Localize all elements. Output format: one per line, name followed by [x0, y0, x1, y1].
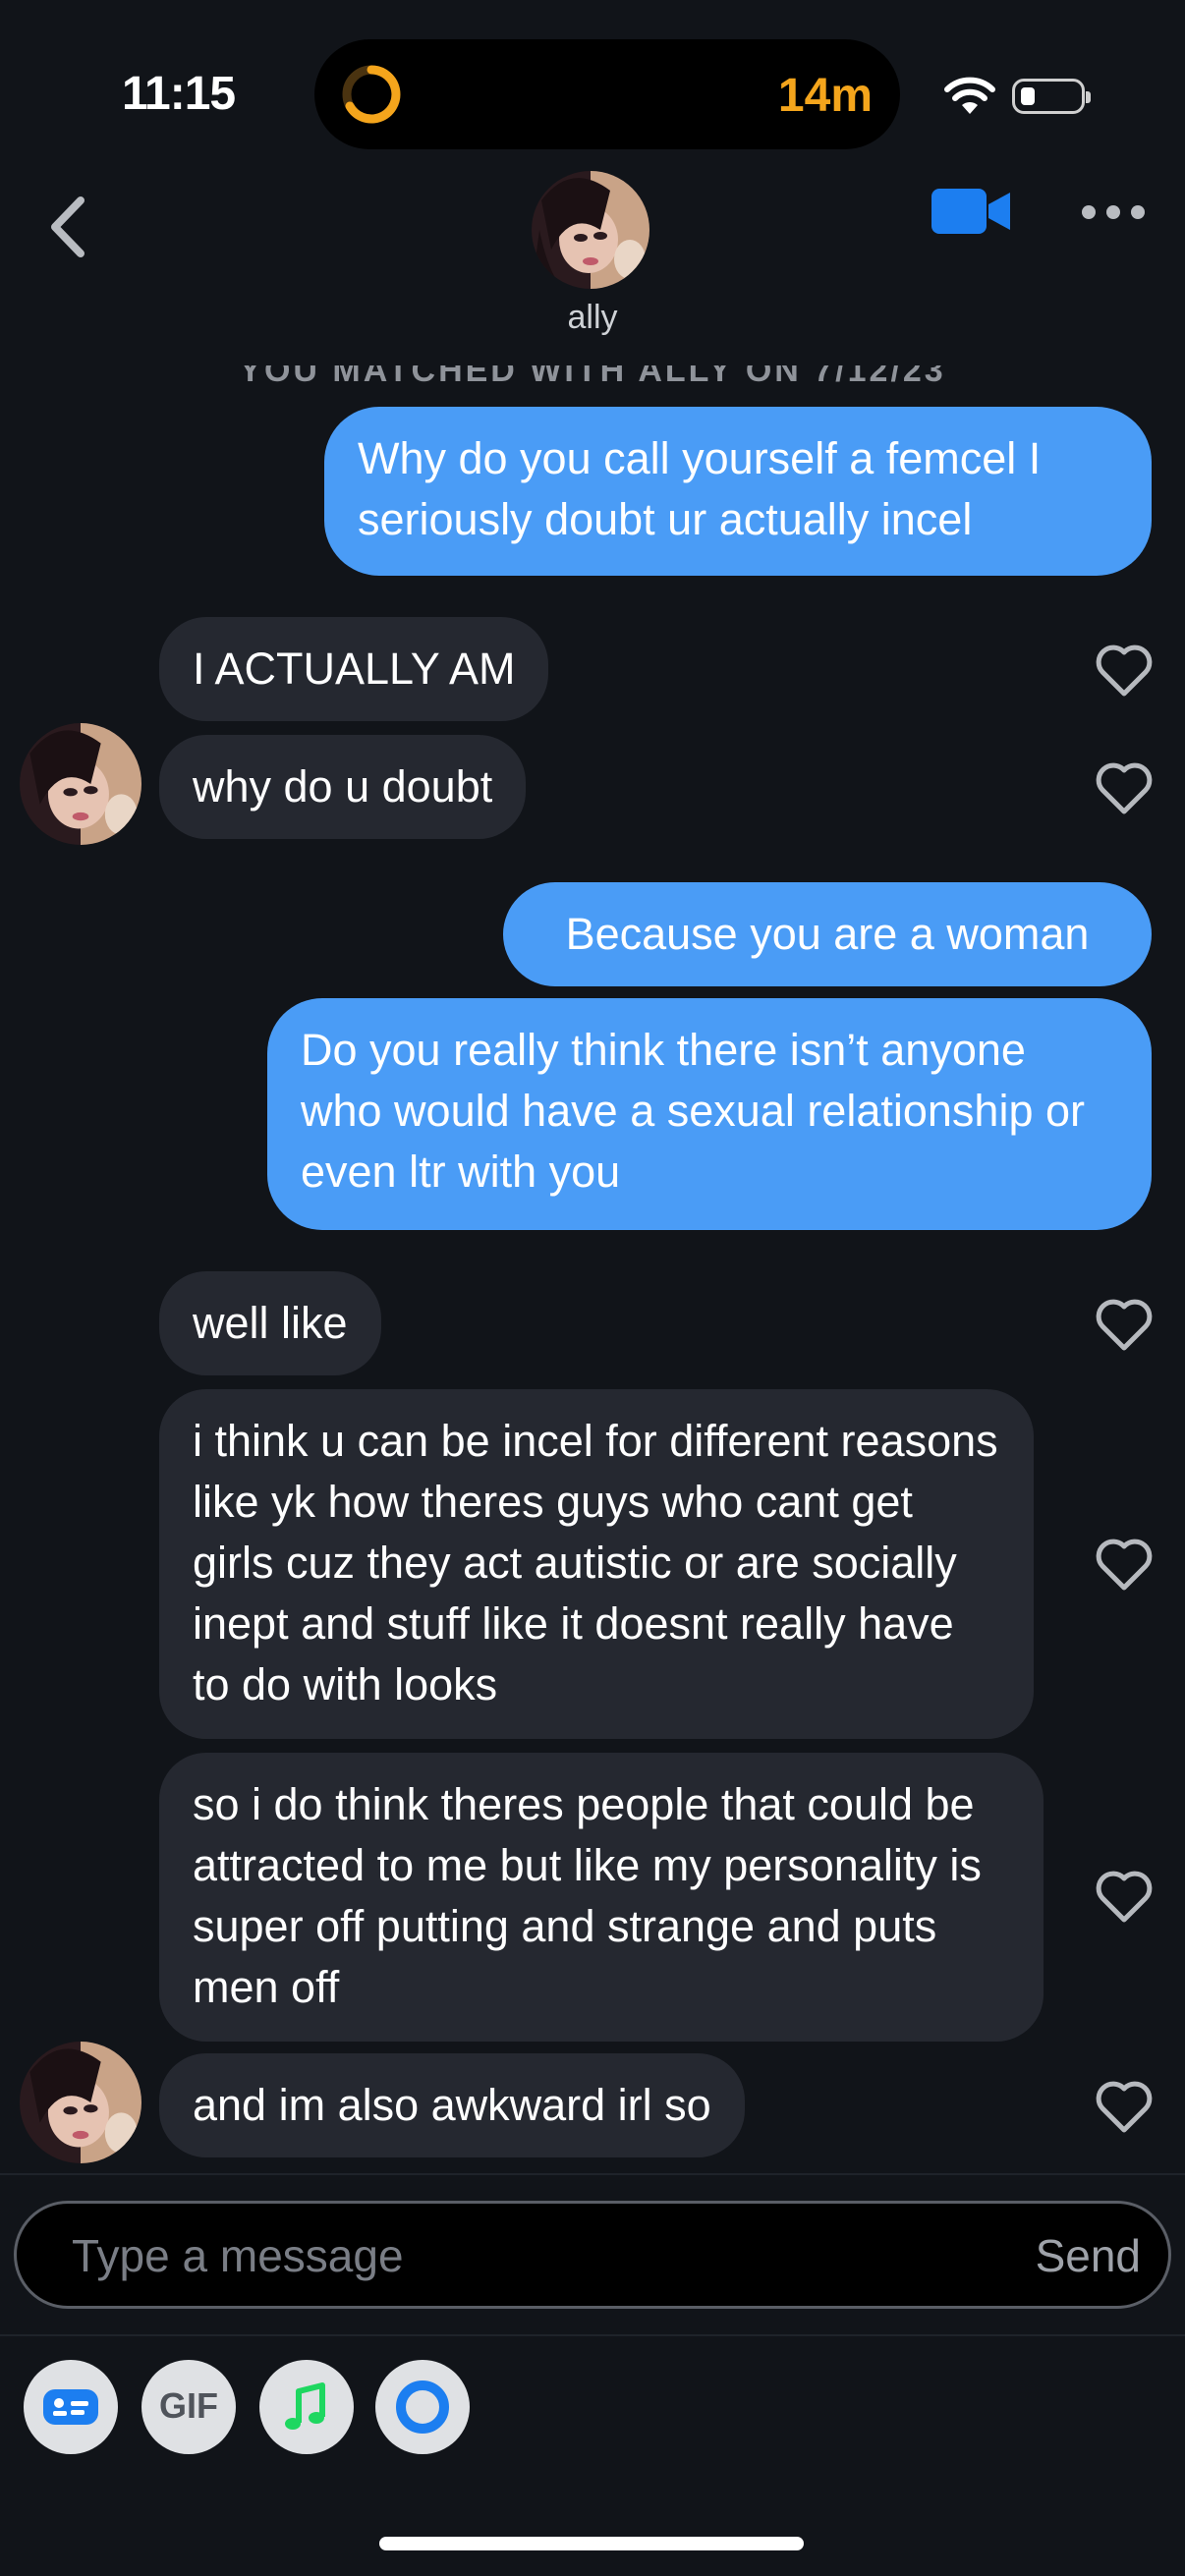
- more-options-icon[interactable]: [1081, 204, 1146, 220]
- match-notice-text: YOU MATCHED WITH ALLY ON 7/12/23: [239, 365, 946, 387]
- like-heart-icon[interactable]: [1095, 760, 1154, 815]
- card-icon: [43, 2389, 98, 2425]
- gif-label: GIF: [159, 2385, 218, 2426]
- contact-avatar-small[interactable]: [20, 2042, 141, 2163]
- message-bubble-sent[interactable]: Do you really think there isn’t anyone w…: [267, 998, 1152, 1230]
- back-chevron-icon[interactable]: [41, 193, 100, 261]
- message-bubble-received[interactable]: so i do think theres people that could b…: [159, 1753, 1044, 2042]
- toolbar-divider: [0, 2334, 1185, 2336]
- ring-icon: [396, 2380, 449, 2434]
- dynamic-island[interactable]: 14m: [314, 39, 900, 149]
- status-time: 11:15: [122, 68, 236, 120]
- composer-divider: [0, 2173, 1185, 2175]
- match-notice: YOU MATCHED WITH ALLY ON 7/12/23: [0, 365, 1185, 387]
- like-heart-icon[interactable]: [1095, 1297, 1154, 1352]
- message-bubble-sent[interactable]: Why do you call yourself a femcel I seri…: [324, 407, 1152, 576]
- message-bubble-received[interactable]: i think u can be incel for different rea…: [159, 1389, 1034, 1739]
- message-bubble-received[interactable]: well like: [159, 1271, 381, 1375]
- wifi-icon: [944, 77, 995, 114]
- contact-name: ally: [567, 299, 618, 336]
- like-heart-icon[interactable]: [1095, 2079, 1154, 2134]
- gif-button[interactable]: GIF: [141, 2360, 236, 2454]
- message-input-placeholder: Type a message: [72, 2230, 404, 2281]
- message-bubble-received[interactable]: and im also awkward irl so: [159, 2053, 745, 2157]
- video-call-icon[interactable]: [931, 187, 1012, 236]
- like-heart-icon[interactable]: [1095, 1869, 1154, 1924]
- message-bubble-sent[interactable]: Because you are a woman: [503, 882, 1152, 986]
- music-note-icon: [285, 2382, 325, 2430]
- battery-icon: [1012, 79, 1091, 114]
- contact-avatar[interactable]: [532, 171, 649, 289]
- home-indicator[interactable]: [379, 2537, 804, 2550]
- like-heart-icon[interactable]: [1095, 643, 1154, 698]
- message-bubble-received[interactable]: why do u doubt: [159, 735, 527, 839]
- like-heart-icon[interactable]: [1095, 1537, 1154, 1592]
- music-button[interactable]: [259, 2360, 354, 2454]
- sticker-button[interactable]: [24, 2360, 118, 2454]
- message-input[interactable]: Type a message Send: [14, 2201, 1171, 2309]
- send-button[interactable]: Send: [1036, 2229, 1141, 2282]
- contact-avatar-small[interactable]: [20, 723, 141, 845]
- activity-duration: 14m: [777, 70, 873, 122]
- loop-button[interactable]: [375, 2360, 470, 2454]
- activity-ring-icon: [342, 65, 401, 124]
- message-bubble-received[interactable]: I ACTUALLY AM: [159, 617, 549, 721]
